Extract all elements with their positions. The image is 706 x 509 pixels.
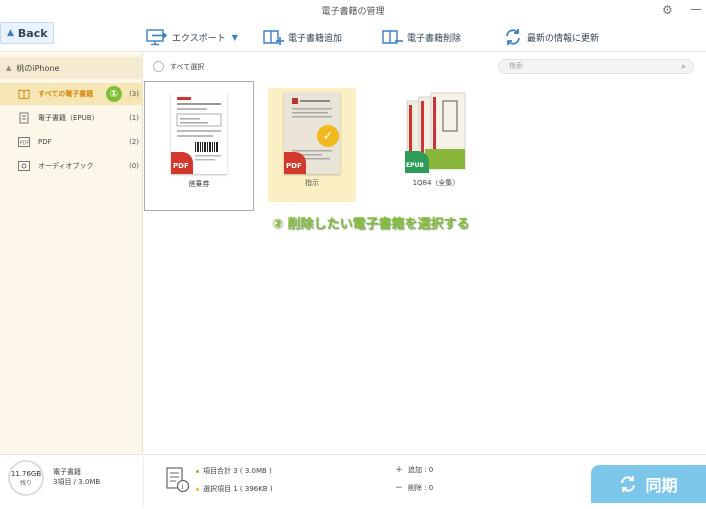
audiobook-icon [18,160,30,172]
storage-gauge: 11.76GB 残り [8,460,44,496]
storage-free-label: 残り [19,479,32,487]
sidebar: ▲ 桃のiPhone すべての電子書籍 ① (3) 電子書籍（EPUB） (1)… [0,53,143,453]
plus-icon: + [395,465,403,475]
collapse-triangle-icon: ▲ [6,64,12,72]
pdf-badge: PDF [171,152,193,174]
storage-free-value: 11.76GB [10,469,42,478]
book-cover: PDF [171,92,227,174]
refresh-label: 最新の情報に更新 [527,33,600,44]
sync-button[interactable]: 同期 [591,465,706,503]
divider [143,457,144,507]
toolbar: ▲ Back エクスポート ▼ 電子書籍追加 電子書籍削除 最新の情報に更新 [0,22,706,52]
sidebar-item-count: (2) [129,138,139,146]
delete-ebook-button[interactable]: 電子書籍削除 [381,26,461,48]
document-info-icon: i [166,467,190,497]
checkbox-circle[interactable] [153,61,164,72]
step-one-badge: ① [106,86,122,102]
sidebar-item-pdf[interactable]: PDF PDF (2) [0,131,143,153]
chevron-up-icon: ▲ [7,28,14,38]
minimize-icon[interactable]: — [690,2,702,16]
selected-check-icon: ✓ [317,125,339,147]
search-icon[interactable]: ⌕ [681,61,686,74]
status-bar: 11.76GB 残り 電子書籍 3項目 / 3.0MB i 項目合計 3 ( 3… [0,454,706,509]
refresh-icon [506,29,520,45]
title-bar: 電子書籍の管理 ⚙ — [0,0,706,22]
sidebar-item-audiobook[interactable]: オーディオブック (0) [0,155,143,177]
sidebar-item-all-ebooks[interactable]: すべての電子書籍 ① (3) [0,83,143,105]
green-dot [196,469,199,473]
storage-info: 電子書籍 3項目 / 3.0MB [53,467,100,487]
book-delete-icon [382,30,403,44]
deleted-count: − 削除 : 0 [395,483,433,493]
category-detail: 3項目 / 3.0MB [53,478,101,486]
export-label: エクスポート [172,33,226,44]
ebook-icon [18,112,30,124]
sidebar-item-count: (3) [129,90,139,98]
book-tile[interactable]: PDF 搭乗券 [144,81,254,211]
gear-icon[interactable]: ⚙ [662,3,673,17]
sidebar-item-label: 電子書籍（EPUB） [38,114,99,122]
window-title: 電子書籍の管理 [321,7,385,17]
instruction-hint: ② 削除したい電子書籍を選択する [272,217,470,232]
pdf-badge: PDF [284,152,306,174]
added-count-label: 追加 : 0 [408,466,434,474]
sidebar-item-count: (1) [129,114,139,122]
orange-dot [196,487,199,491]
open-book-icon [18,88,30,100]
filter-bar: すべて選択 検索 ⌕ [144,53,706,81]
add-ebook-label: 電子書籍追加 [288,33,343,44]
total-items: 項目合計 3 ( 3.0MB ) [196,466,272,476]
back-label: Back [17,26,48,40]
svg-text:PDF: PDF [20,141,30,147]
export-icon [146,29,168,46]
total-items-label: 項目合計 3 ( 3.0MB ) [203,467,272,475]
search-placeholder: 検索 [509,62,523,70]
book-title: 1Q84（全集） [412,179,460,187]
book-cover: EPUB [405,91,467,173]
add-ebook-button[interactable]: 電子書籍追加 [262,26,342,48]
selected-items-label: 選択項目 1 ( 396KB ) [203,485,273,493]
sidebar-item-label: PDF [38,138,52,146]
sync-icon [621,476,636,492]
epub-badge: EPUB [405,151,429,173]
export-button[interactable]: エクスポート ▼ [146,26,238,48]
added-count: + 追加 : 0 [395,465,433,475]
device-header[interactable]: ▲ 桃のiPhone [0,57,143,79]
book-title: 搭乗券 [188,180,210,188]
book-title: 指示 [305,179,319,187]
sync-label: 同期 [645,476,678,495]
select-all-checkbox[interactable]: すべて選択 [153,61,204,72]
refresh-button[interactable]: 最新の情報に更新 [503,26,599,48]
minus-icon: − [395,483,403,493]
select-all-label: すべて選択 [170,62,205,71]
pdf-icon: PDF [18,136,30,148]
sidebar-item-epub[interactable]: 電子書籍（EPUB） (1) [0,107,143,129]
book-cover: ✓ PDF [284,92,340,174]
search-input[interactable]: 検索 ⌕ [498,59,694,74]
sidebar-item-label: すべての電子書籍 [38,90,94,98]
deleted-count-label: 削除 : 0 [408,484,434,492]
sidebar-item-label: オーディオブック [38,162,94,170]
caret-down-icon: ▼ [231,32,238,42]
back-button[interactable]: ▲ Back [0,22,54,44]
book-add-icon [263,30,284,45]
category-label: 電子書籍 [53,468,81,476]
book-tile[interactable]: EPUB 1Q84（全集） [381,81,491,211]
sidebar-item-count: (0) [129,162,139,170]
selected-items: 選択項目 1 ( 396KB ) [196,484,273,494]
device-name: 桃のiPhone [16,63,60,73]
book-tile-selected[interactable]: ✓ PDF 指示 [268,88,356,202]
delete-ebook-label: 電子書籍削除 [407,33,462,44]
